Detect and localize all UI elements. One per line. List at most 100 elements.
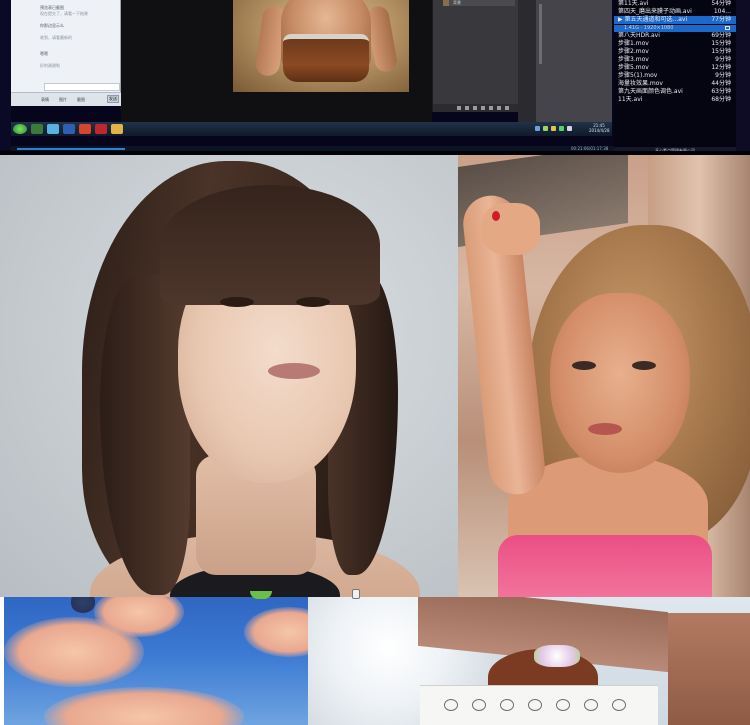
- playlist: 第11天.avi 54分钟 第四天_磨出来膜子动画.avi 104... ▶ 第五天通道…: [614, 0, 736, 155]
- chat-tool-emoji[interactable]: 表情: [41, 97, 49, 103]
- app-icon[interactable]: [79, 124, 91, 134]
- eye-right: [296, 297, 330, 307]
- folder-icon[interactable]: [111, 124, 123, 134]
- layer-row[interactable]: 背景: [443, 0, 515, 6]
- photoshop-canvas[interactable]: [121, 0, 432, 122]
- playlist-item-name: 第八天HDR.avi: [618, 32, 660, 39]
- tray-icon[interactable]: [535, 126, 540, 131]
- taskbar-clock[interactable]: 21:45 2014/4/28: [589, 123, 610, 133]
- playlist-item-duration: 44分钟: [711, 80, 731, 87]
- volume-icon[interactable]: [567, 126, 572, 131]
- doodle: [612, 699, 626, 711]
- playlist-item[interactable]: 步骤2.mov 15分钟: [614, 48, 736, 56]
- doodle: [528, 699, 542, 711]
- layer-thumbnail: [443, 0, 449, 6]
- layer-name: 背景: [453, 0, 461, 5]
- desktop-screenshot-strip: 预览表已截图 现在提交了，请看一下结果 你那边显示么 收到，请看最新的 嗯嗯 好…: [0, 0, 750, 155]
- playlist-item[interactable]: ▶ 第五天通道和可选...avi 77分钟: [614, 16, 736, 24]
- browser-icon[interactable]: [47, 124, 59, 134]
- start-button[interactable]: [13, 124, 27, 134]
- new-layer-icon[interactable]: [497, 106, 501, 110]
- lips: [268, 363, 320, 379]
- taskbar: 21:45 2014/4/28: [11, 122, 612, 136]
- playlist-item-name: 步骤5.mov: [618, 64, 649, 71]
- playlist-item-name: 步骤5(1).mov: [618, 72, 658, 79]
- playlist-item-name: 第九天画面颜色调色.avi: [618, 88, 683, 95]
- mask-icon[interactable]: [473, 106, 477, 110]
- panel-scroll-area: [536, 0, 612, 122]
- trash-icon[interactable]: [505, 106, 509, 110]
- playlist-item-duration: 15分钟: [711, 40, 731, 47]
- doodle: [584, 699, 598, 711]
- left-edge: [0, 0, 11, 150]
- page: 预览表已截图 现在提交了，请看一下结果 你那边显示么 收到，请看最新的 嗯嗯 好…: [0, 0, 750, 725]
- playlist-item-duration: 77分钟: [711, 16, 731, 23]
- portrait-photo-blonde: [458, 155, 750, 597]
- doodle: [556, 699, 570, 711]
- playlist-item-name: 11天.avi: [618, 96, 643, 103]
- playlist-item[interactable]: 第四天_磨出来膜子动画.avi 104...: [614, 8, 736, 16]
- playlist-item-name: 步骤2.mov: [618, 48, 649, 55]
- playlist-item[interactable]: 第九天画面颜色调色.avi 63分钟: [614, 88, 736, 96]
- folder-icon[interactable]: [489, 106, 493, 110]
- mouse-cursor-icon: [352, 589, 360, 599]
- bangs: [160, 185, 380, 305]
- tray-icon[interactable]: [543, 126, 548, 131]
- playlist-item[interactable]: 步骤5.mov 12分钟: [614, 64, 736, 72]
- pink-dress: [498, 535, 712, 597]
- playlist-item[interactable]: 海量妆效果.mov 44分钟: [614, 80, 736, 88]
- chat-tool-screenshot[interactable]: 截图: [77, 97, 85, 103]
- red-nail: [492, 211, 500, 221]
- playlist-item-name: 步骤1.mov: [618, 40, 649, 47]
- adjustment-icon[interactable]: [481, 106, 485, 110]
- portrait-photo-dark-hair: [0, 155, 458, 597]
- folder-icon[interactable]: [725, 26, 730, 30]
- tray-icon[interactable]: [559, 126, 564, 131]
- sky-clouds-photo: [4, 597, 308, 725]
- face: [550, 293, 690, 473]
- doodle: [472, 699, 486, 711]
- panel-gap: [518, 0, 536, 122]
- playlist-item[interactable]: 第11天.avi 54分钟: [614, 0, 736, 8]
- chat-message: 现在提交了，请看一下结果: [40, 11, 88, 16]
- playlist-item-duration: 9分钟: [715, 72, 731, 79]
- chat-message: 你那边显示么: [40, 23, 64, 28]
- playlist-item-name: 第四天_磨出来膜子动画.avi: [618, 8, 692, 15]
- photoshop-icon[interactable]: [63, 124, 75, 134]
- fx-icon[interactable]: [465, 106, 469, 110]
- canvas-image: [233, 0, 409, 92]
- layers-panel-footer: [433, 104, 519, 112]
- app-icon[interactable]: [31, 124, 43, 134]
- playlist-item[interactable]: 步骤5(1).mov 9分钟: [614, 72, 736, 80]
- send-button[interactable]: 发送: [107, 95, 119, 103]
- hand: [482, 203, 540, 255]
- playlist-item-duration: 104...: [713, 8, 731, 15]
- snow-scene-photo: [308, 597, 750, 725]
- right-edge: [736, 0, 750, 155]
- tray-icon[interactable]: [551, 126, 556, 131]
- layers-panel: 背景: [432, 0, 519, 112]
- eye-left: [572, 361, 596, 370]
- eye-left: [220, 297, 254, 307]
- scrollbar[interactable]: [539, 4, 542, 64]
- house: [668, 613, 750, 725]
- playlist-item[interactable]: 步骤1.mov 15分钟: [614, 40, 736, 48]
- chat-tool-image[interactable]: 图片: [59, 97, 67, 103]
- chat-message: 收到，请看最新的: [40, 35, 72, 40]
- playlist-item-name: 第11天.avi: [618, 0, 649, 7]
- playlist-item-name: ▶ 第五天通道和可选...avi: [618, 16, 688, 23]
- cloud: [44, 687, 244, 725]
- playlist-item-duration: 9分钟: [715, 56, 731, 63]
- link-icon[interactable]: [457, 106, 461, 110]
- chat-message: 好的谢谢啦: [40, 63, 60, 68]
- playlist-item[interactable]: 第八天HDR.avi 69分钟: [614, 32, 736, 40]
- chat-input[interactable]: [44, 83, 120, 91]
- playlist-item-duration: 12分钟: [711, 64, 731, 71]
- playlist-item-detail: 1.41G · 1920×1080: [614, 25, 736, 32]
- playlist-item-duration: 15分钟: [711, 48, 731, 55]
- playlist-item[interactable]: 11天.avi 68分钟: [614, 96, 736, 104]
- doodle: [500, 699, 514, 711]
- player-icon[interactable]: [95, 124, 107, 134]
- playlist-item-duration: 54分钟: [711, 0, 731, 7]
- playlist-item[interactable]: 步骤3.mov 9分钟: [614, 56, 736, 64]
